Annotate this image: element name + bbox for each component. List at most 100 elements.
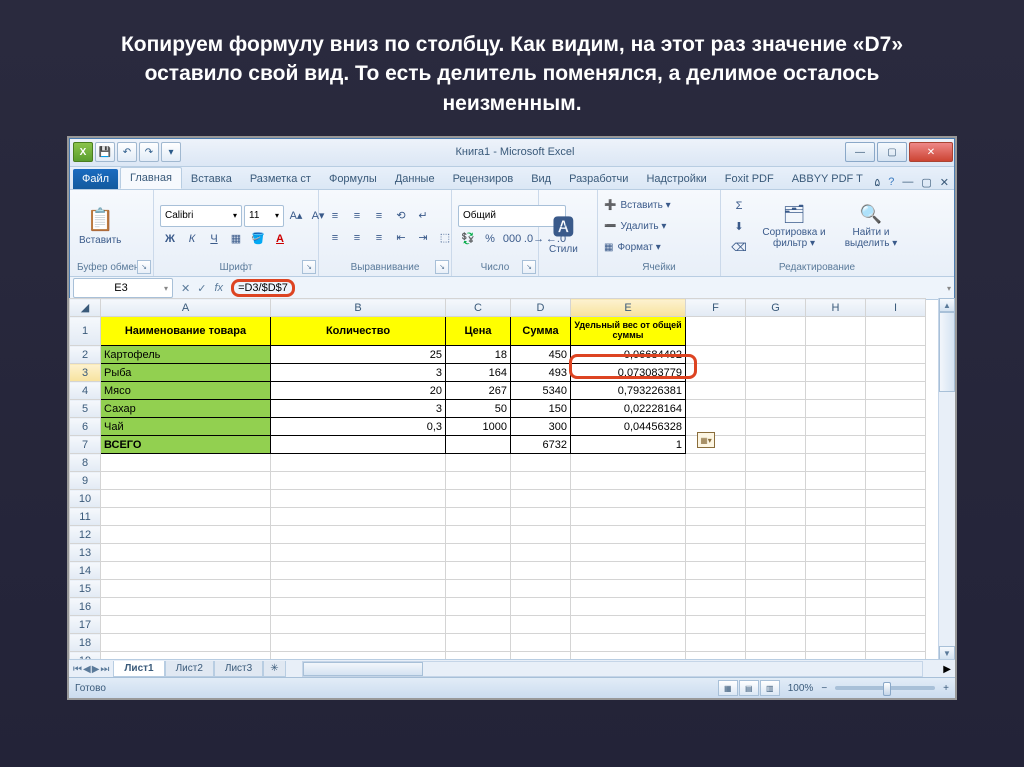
col-header[interactable]: B [271,299,446,317]
cell[interactable] [511,598,571,616]
cell[interactable] [571,544,686,562]
new-sheet-icon[interactable]: ✳ [263,661,285,677]
scroll-down-icon[interactable]: ▼ [939,646,955,660]
cell[interactable] [746,580,806,598]
cell[interactable] [806,418,866,436]
cell[interactable]: 25 [271,346,446,364]
wrap-text-icon[interactable]: ↵ [413,206,433,226]
align-bottom-icon[interactable]: ≡ [369,206,389,226]
cell[interactable] [571,472,686,490]
cell[interactable] [806,346,866,364]
cell[interactable] [866,454,926,472]
cell[interactable] [446,490,511,508]
cell[interactable] [571,562,686,580]
cell[interactable] [101,490,271,508]
row-header[interactable]: 7 [70,436,101,454]
font-size-select[interactable]: 11▾ [244,205,284,227]
delete-cells-button[interactable]: ➖Удалить ▾ [604,217,671,237]
cell[interactable] [746,490,806,508]
cell[interactable] [571,580,686,598]
cell[interactable]: 6732 [511,436,571,454]
cell[interactable] [866,400,926,418]
cell[interactable] [806,580,866,598]
insert-cells-button[interactable]: ➕Вставить ▾ [604,196,671,216]
align-middle-icon[interactable]: ≡ [347,206,367,226]
cell[interactable]: 450 [511,346,571,364]
cell[interactable]: 0,06684492 [571,346,686,364]
orientation-icon[interactable]: ⟲ [391,206,411,226]
cell[interactable]: 5340 [511,382,571,400]
cell[interactable] [271,454,446,472]
col-header[interactable]: C [446,299,511,317]
cell[interactable] [746,317,806,346]
autofill-options-icon[interactable]: ▦▾ [697,432,715,448]
cell[interactable] [746,526,806,544]
cell[interactable] [686,317,746,346]
cell[interactable] [446,508,511,526]
cell[interactable] [511,508,571,526]
cell[interactable] [571,526,686,544]
cell[interactable] [746,418,806,436]
cell[interactable] [806,598,866,616]
select-all-cell[interactable]: ◢ [70,299,101,317]
cell[interactable] [511,616,571,634]
cell[interactable] [686,418,746,436]
zoom-in-icon[interactable]: + [943,683,949,694]
cell[interactable]: 0,04456328 [571,418,686,436]
cell[interactable] [686,490,746,508]
cell[interactable]: 164 [446,364,511,382]
row-header[interactable]: 18 [70,634,101,652]
cell[interactable] [571,490,686,508]
paste-button[interactable]: 📋Вставить [75,205,125,248]
cell[interactable] [271,616,446,634]
cell[interactable]: 493 [511,364,571,382]
row-header[interactable]: 6 [70,418,101,436]
dialog-launcher-icon[interactable]: ↘ [302,260,316,274]
cell[interactable] [446,634,511,652]
decrease-indent-icon[interactable]: ⇤ [391,228,411,248]
cell[interactable]: Картофель [101,346,271,364]
cell[interactable]: 267 [446,382,511,400]
cell[interactable] [866,508,926,526]
cell[interactable] [806,317,866,346]
tab-nav-first-icon[interactable]: ⏮ [73,664,82,675]
cell[interactable] [271,508,446,526]
cell[interactable] [806,616,866,634]
dialog-launcher-icon[interactable]: ↘ [137,260,151,274]
slider-thumb[interactable] [883,682,891,696]
view-normal-icon[interactable]: ▦ [718,680,738,696]
cell[interactable]: Мясо [101,382,271,400]
font-family-select[interactable]: Calibri▾ [160,205,242,227]
row-header[interactable]: 5 [70,400,101,418]
row-header[interactable]: 14 [70,562,101,580]
cell[interactable] [101,580,271,598]
cell[interactable] [686,634,746,652]
styles-button[interactable]: 🅰Стили [545,208,582,257]
col-header[interactable]: G [746,299,806,317]
cell[interactable] [746,346,806,364]
cell[interactable]: 3 [271,400,446,418]
col-header[interactable]: H [806,299,866,317]
sheet-tab[interactable]: Лист2 [165,661,214,677]
horizontal-scrollbar[interactable] [302,661,924,677]
cell[interactable] [806,544,866,562]
cell[interactable] [511,454,571,472]
font-color-button[interactable]: А [270,229,290,249]
cell[interactable] [806,526,866,544]
cell[interactable] [866,544,926,562]
cell[interactable]: 150 [511,400,571,418]
cell[interactable] [271,526,446,544]
vertical-scrollbar[interactable]: ▲ ▼ [938,298,955,660]
row-header[interactable]: 1 [70,317,101,346]
cell[interactable] [446,454,511,472]
col-header[interactable]: D [511,299,571,317]
grow-font-icon[interactable]: A▴ [286,206,306,226]
align-right-icon[interactable]: ≡ [369,228,389,248]
cell[interactable] [511,472,571,490]
cell[interactable] [271,490,446,508]
cell[interactable]: Цена [446,317,511,346]
cell[interactable] [686,382,746,400]
scroll-thumb[interactable] [303,662,423,676]
zoom-slider[interactable] [835,686,935,690]
align-center-icon[interactable]: ≡ [347,228,367,248]
